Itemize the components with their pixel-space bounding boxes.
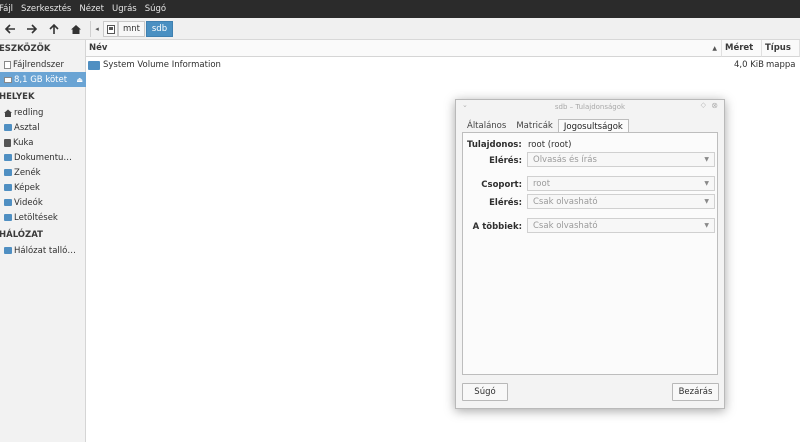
tab-permissions[interactable]: Jogosultságok	[557, 119, 629, 133]
sidebar-item-label: Fájlrendszer	[13, 59, 64, 70]
menu-help[interactable]: Súgó	[141, 4, 170, 14]
sidebar-item-label: Videók	[14, 197, 43, 208]
owner-value: root (root)	[528, 140, 572, 150]
sidebar-item-label: Asztal	[14, 122, 40, 133]
owner-access-select[interactable]: Olvasás és írás ▼	[527, 152, 715, 167]
column-header-type[interactable]: Típus	[762, 40, 800, 57]
sidebar-section-network: HÁLÓZAT	[0, 230, 43, 240]
group-access-label: Elérés:	[489, 198, 522, 208]
group-label: Csoport:	[481, 180, 522, 190]
breadcrumb-mnt[interactable]: mnt	[118, 21, 145, 37]
menu-view[interactable]: Nézet	[75, 4, 108, 14]
menu-file[interactable]: Fájl	[0, 4, 17, 14]
sidebar-item-videos[interactable]: Videók	[0, 195, 86, 210]
folder-icon	[4, 214, 12, 221]
breadcrumb-sdb[interactable]: sdb	[146, 21, 173, 37]
sidebar-section-places: HELYEK	[0, 92, 35, 102]
sidebar-item-label: Hálózat talló…	[14, 245, 76, 256]
close-button[interactable]: Bezárás	[672, 383, 719, 401]
close-icon[interactable]: ⊗	[711, 101, 718, 110]
group-access-select[interactable]: Csak olvasható ▼	[527, 194, 715, 209]
sidebar-item-label: 8,1 GB kötet	[14, 74, 68, 85]
sidebar-item-network-browse[interactable]: Hálózat talló…	[0, 243, 86, 258]
file-name-cell: System Volume Information	[88, 60, 221, 70]
filesystem-icon	[4, 60, 11, 69]
file-name: System Volume Information	[103, 60, 221, 70]
chevron-down-icon: ▼	[704, 180, 709, 187]
folder-icon	[4, 154, 12, 161]
menu-go[interactable]: Ugrás	[108, 4, 141, 14]
file-size: 4,0 KiB	[734, 60, 764, 70]
file-type: mappa	[766, 60, 796, 70]
group-select[interactable]: root ▼	[527, 176, 715, 191]
drive-icon	[4, 76, 12, 83]
sidebar-item-desktop[interactable]: Asztal	[0, 120, 86, 135]
maximize-icon[interactable]: ◇	[701, 101, 706, 109]
sidebar: ESZKÖZÖK Fájlrendszer 8,1 GB kötet ⏏ HEL…	[0, 40, 86, 442]
up-icon[interactable]	[46, 21, 62, 37]
dialog-tabs: Általános Matricák Jogosultságok	[462, 119, 629, 133]
others-access-select[interactable]: Csak olvasható ▼	[527, 218, 715, 233]
tab-emblems[interactable]: Matricák	[511, 119, 558, 133]
sidebar-item-downloads[interactable]: Letöltések	[0, 210, 86, 225]
home-icon	[4, 109, 12, 117]
chevron-down-icon[interactable]: ⌄	[462, 101, 468, 109]
sidebar-item-home[interactable]: redling	[0, 105, 86, 120]
sidebar-item-label: Képek	[14, 182, 40, 193]
sidebar-item-label: Zenék	[14, 167, 41, 178]
sort-ascending-icon: ▲	[712, 44, 717, 52]
tab-general[interactable]: Általános	[462, 119, 511, 133]
sidebar-item-label: Kuka	[13, 137, 34, 148]
help-button[interactable]: Súgó	[462, 383, 508, 401]
folder-icon	[4, 199, 12, 206]
folder-icon	[4, 169, 12, 176]
table-row[interactable]: System Volume Information 4,0 KiB mappa	[86, 58, 800, 72]
chevron-down-icon: ▼	[704, 198, 709, 205]
toolbar: ◂ mnt sdb	[0, 18, 800, 40]
home-icon[interactable]	[68, 21, 84, 37]
sidebar-item-pictures[interactable]: Képek	[0, 180, 86, 195]
back-icon[interactable]	[2, 21, 18, 37]
breadcrumb-root-icon[interactable]	[103, 21, 118, 37]
chevron-down-icon: ▼	[704, 222, 709, 229]
toolbar-separator	[90, 21, 91, 37]
forward-icon[interactable]	[24, 21, 40, 37]
owner-access-label: Elérés:	[489, 156, 522, 166]
sidebar-item-label: Letöltések	[14, 212, 58, 223]
network-icon	[4, 247, 12, 254]
folder-icon	[4, 184, 12, 191]
owner-label: Tulajdonos:	[467, 140, 522, 150]
menu-edit[interactable]: Szerkesztés	[17, 4, 75, 14]
sidebar-section-devices: ESZKÖZÖK	[0, 44, 51, 54]
folder-icon	[88, 60, 100, 70]
others-label: A többiek:	[472, 222, 522, 232]
sidebar-item-label: Dokumentu…	[14, 152, 72, 163]
menu-bar: Fájl Szerkesztés Nézet Ugrás Súgó	[0, 0, 800, 18]
properties-dialog: sdb – Tulajdonságok ⌄ ◇ ⊗ Általános Matr…	[455, 99, 725, 409]
column-header-name[interactable]: Név ▲	[86, 40, 722, 57]
sidebar-item-filesystem[interactable]: Fájlrendszer	[0, 57, 86, 72]
sidebar-item-documents[interactable]: Dokumentu…	[0, 150, 86, 165]
trash-icon	[4, 138, 11, 147]
dialog-title: sdb – Tulajdonságok	[554, 103, 626, 111]
sidebar-item-music[interactable]: Zenék	[0, 165, 86, 180]
sidebar-item-volume[interactable]: 8,1 GB kötet ⏏	[0, 72, 86, 87]
column-header-size[interactable]: Méret	[722, 40, 762, 57]
sidebar-item-label: redling	[14, 107, 44, 118]
sidebar-item-trash[interactable]: Kuka	[0, 135, 86, 150]
chevron-down-icon: ▼	[704, 156, 709, 163]
permissions-panel: Tulajdonos: root (root) Elérés: Olvasás …	[462, 132, 718, 375]
eject-icon[interactable]: ⏏	[76, 76, 83, 84]
breadcrumb-scroll-left-icon[interactable]: ◂	[92, 22, 102, 36]
desktop-icon	[4, 124, 12, 131]
